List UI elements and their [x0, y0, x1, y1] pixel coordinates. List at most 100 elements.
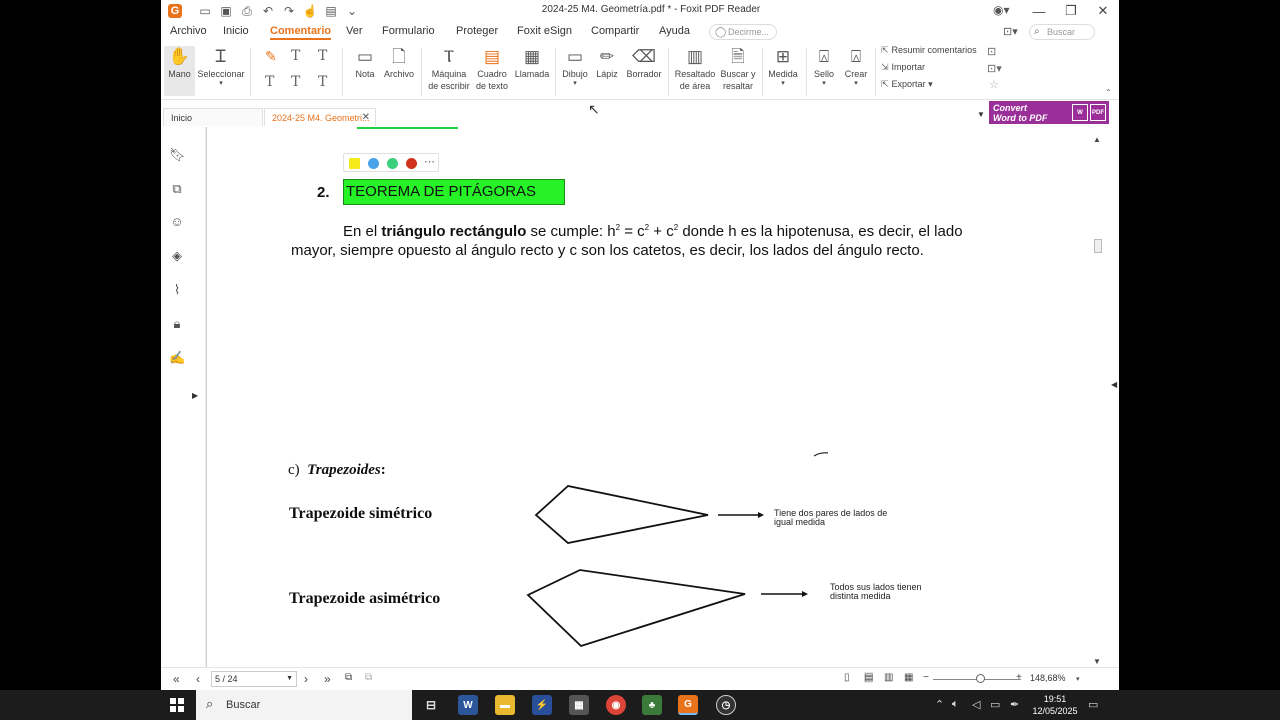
collapse-ribbon-icon[interactable]: ⌃: [1105, 88, 1112, 97]
squiggly-text-icon[interactable]: T: [265, 74, 274, 90]
continuous-facing-icon[interactable]: ▦: [904, 672, 913, 683]
strikeout-text-icon[interactable]: T: [291, 48, 300, 64]
notifications-icon[interactable]: ▭: [1088, 698, 1098, 711]
convert-word-to-pdf-banner[interactable]: Convert Word to PDF W PDF: [989, 101, 1109, 124]
drawing-button[interactable]: ▭ Dibujo ▾: [559, 46, 591, 88]
tab-document[interactable]: 2024-25 M4. Geometri... ✕: [264, 108, 376, 126]
underline-text-icon[interactable]: T: [318, 48, 327, 64]
screenshot-icon[interactable]: ▤: [323, 3, 339, 19]
minimize-button[interactable]: —: [1023, 0, 1055, 22]
zoom-out-icon[interactable]: −: [923, 672, 929, 683]
restore-button[interactable]: ❐: [1055, 0, 1087, 22]
customize-chevron-icon[interactable]: ⌄: [344, 3, 360, 19]
file-explorer-icon[interactable]: ▬: [495, 695, 515, 715]
typewriter-button[interactable]: Ⲧ Máquina de escribir: [427, 46, 471, 92]
screen-recorder-icon[interactable]: ◷: [716, 695, 736, 715]
favorite-star-icon[interactable]: ☆: [989, 78, 999, 91]
security-icon[interactable]: 🔒︎: [169, 316, 185, 332]
volume-icon[interactable]: 🔈︎: [952, 698, 959, 711]
import-button[interactable]: ⇲ Importar: [881, 62, 925, 73]
layers-icon[interactable]: ◈: [169, 248, 185, 264]
summarize-comments-button[interactable]: ⇱ Resumir comentarios: [881, 45, 977, 56]
callout-button[interactable]: ▦ Llamada: [513, 46, 551, 80]
search-input[interactable]: ⌕ Buscar: [1029, 24, 1095, 40]
save-icon[interactable]: ▣: [218, 3, 234, 19]
menu-foxit-esign[interactable]: Foxit eSign: [517, 25, 572, 37]
insert-text-icon[interactable]: T: [291, 74, 300, 90]
menu-comentario[interactable]: Comentario: [270, 25, 332, 40]
chrome-icon[interactable]: ◉: [606, 695, 626, 715]
pencil-button[interactable]: ✏ Lápiz: [594, 46, 620, 80]
zoom-level[interactable]: 148,68%: [1030, 673, 1066, 683]
pages-icon[interactable]: ⧉: [169, 181, 185, 197]
undo-icon[interactable]: ↶: [260, 3, 276, 19]
vertical-scrollbar[interactable]: ▲ ▼: [1091, 127, 1104, 667]
menu-formulario[interactable]: Formulario: [382, 25, 435, 37]
previous-view-icon[interactable]: ⧉: [345, 672, 352, 683]
stamp-button[interactable]: ⍓ Sello ▾: [811, 46, 837, 88]
highlight-text-icon[interactable]: ✎: [265, 49, 277, 65]
zoom-dropdown-icon[interactable]: ▾: [1076, 675, 1080, 683]
eraser-button[interactable]: ⌫ Borrador: [624, 46, 664, 80]
zoom-slider-handle[interactable]: [976, 674, 985, 683]
tab-inicio[interactable]: Inicio: [163, 108, 263, 126]
bookmark-icon[interactable]: 🔖︎: [169, 147, 186, 163]
find-options-icon[interactable]: ⊡▾: [1003, 25, 1018, 38]
note-button[interactable]: ▭ Nota: [351, 46, 379, 80]
foxit-logo-icon[interactable]: G: [168, 4, 182, 18]
export-button[interactable]: ⇱ Exportar ▾: [881, 79, 933, 90]
textbox-button[interactable]: ▤ Cuadro de texto: [474, 46, 510, 92]
system-clock[interactable]: 19:51 12/05/2025: [1030, 693, 1080, 717]
comments-icon[interactable]: ☺: [169, 214, 185, 230]
measure-button[interactable]: ⊞ Medida ▾: [765, 46, 801, 88]
zoom-in-icon[interactable]: +: [1016, 672, 1022, 683]
next-page-icon[interactable]: ›: [304, 672, 308, 686]
foxit-taskbar-icon[interactable]: G: [678, 695, 698, 715]
single-page-icon[interactable]: ▯: [844, 672, 850, 683]
open-folder-icon[interactable]: ▭: [197, 3, 213, 19]
scroll-down-icon[interactable]: ▼: [1093, 657, 1101, 666]
menu-proteger[interactable]: Proteger: [456, 25, 498, 37]
windows-start-icon[interactable]: [170, 698, 184, 712]
create-stamp-button[interactable]: ⍓ Crear ▾: [841, 46, 871, 88]
previous-page-icon[interactable]: ‹: [196, 672, 200, 686]
menu-archivo[interactable]: Archivo: [170, 25, 207, 37]
signature-icon[interactable]: ✍: [169, 350, 185, 366]
search-highlight-button[interactable]: 🗎 Buscar y resaltar: [719, 46, 757, 92]
taskbar-search-input[interactable]: ⌕ Buscar: [196, 690, 412, 720]
tab-list-dropdown-icon[interactable]: ▼: [977, 110, 985, 119]
continuous-page-icon[interactable]: ▤: [864, 672, 874, 683]
redo-icon[interactable]: ↷: [281, 3, 297, 19]
expand-panel-icon[interactable]: ▶: [192, 391, 198, 400]
close-tab-icon[interactable]: ✕: [362, 109, 370, 127]
account-icon[interactable]: ◉▾: [993, 3, 1010, 17]
menu-ayuda[interactable]: Ayuda: [659, 25, 690, 37]
print-icon[interactable]: ⎙: [239, 3, 255, 19]
menu-inicio[interactable]: Inicio: [223, 25, 249, 37]
attach-file-button[interactable]: 🗋 Archivo: [382, 46, 416, 80]
comment-settings-icon[interactable]: ⊡▾: [987, 62, 1002, 75]
games-app-icon[interactable]: ♣: [642, 695, 662, 715]
show-hidden-icons-icon[interactable]: ⌃: [935, 698, 944, 711]
replace-text-icon[interactable]: T: [318, 74, 327, 90]
right-panel-toggle-icon[interactable]: ◀: [1111, 380, 1117, 389]
network-icon[interactable]: ▭: [990, 698, 1000, 711]
calculator-icon[interactable]: ▦: [569, 695, 589, 715]
document-page[interactable]: ⋯ 2. TEOREMA DE PITÁGORAS En el triángul…: [206, 127, 1091, 667]
hand-button[interactable]: ✋ Mano: [164, 46, 195, 96]
first-page-icon[interactable]: «: [173, 672, 180, 686]
speaker-icon[interactable]: ◁: [972, 698, 980, 711]
last-page-icon[interactable]: »: [324, 672, 331, 686]
hand-tool-icon[interactable]: ☝: [302, 3, 318, 19]
mixed-app-icon[interactable]: ⚡: [532, 695, 552, 715]
area-highlight-button[interactable]: ▥ Resaltado de área: [673, 46, 717, 92]
comment-list-icon[interactable]: ⊡: [987, 45, 996, 58]
facing-page-icon[interactable]: ▥: [884, 672, 893, 683]
attachment-icon[interactable]: ⌇: [169, 282, 185, 298]
select-button[interactable]: Ꮖ Seleccionar ▾: [197, 46, 245, 88]
page-number-input[interactable]: 5 / 24 ▼: [211, 671, 297, 687]
scroll-thumb[interactable]: [1094, 239, 1102, 253]
menu-ver[interactable]: Ver: [346, 25, 363, 37]
pen-icon[interactable]: ✒: [1010, 698, 1019, 711]
menu-compartir[interactable]: Compartir: [591, 25, 639, 37]
